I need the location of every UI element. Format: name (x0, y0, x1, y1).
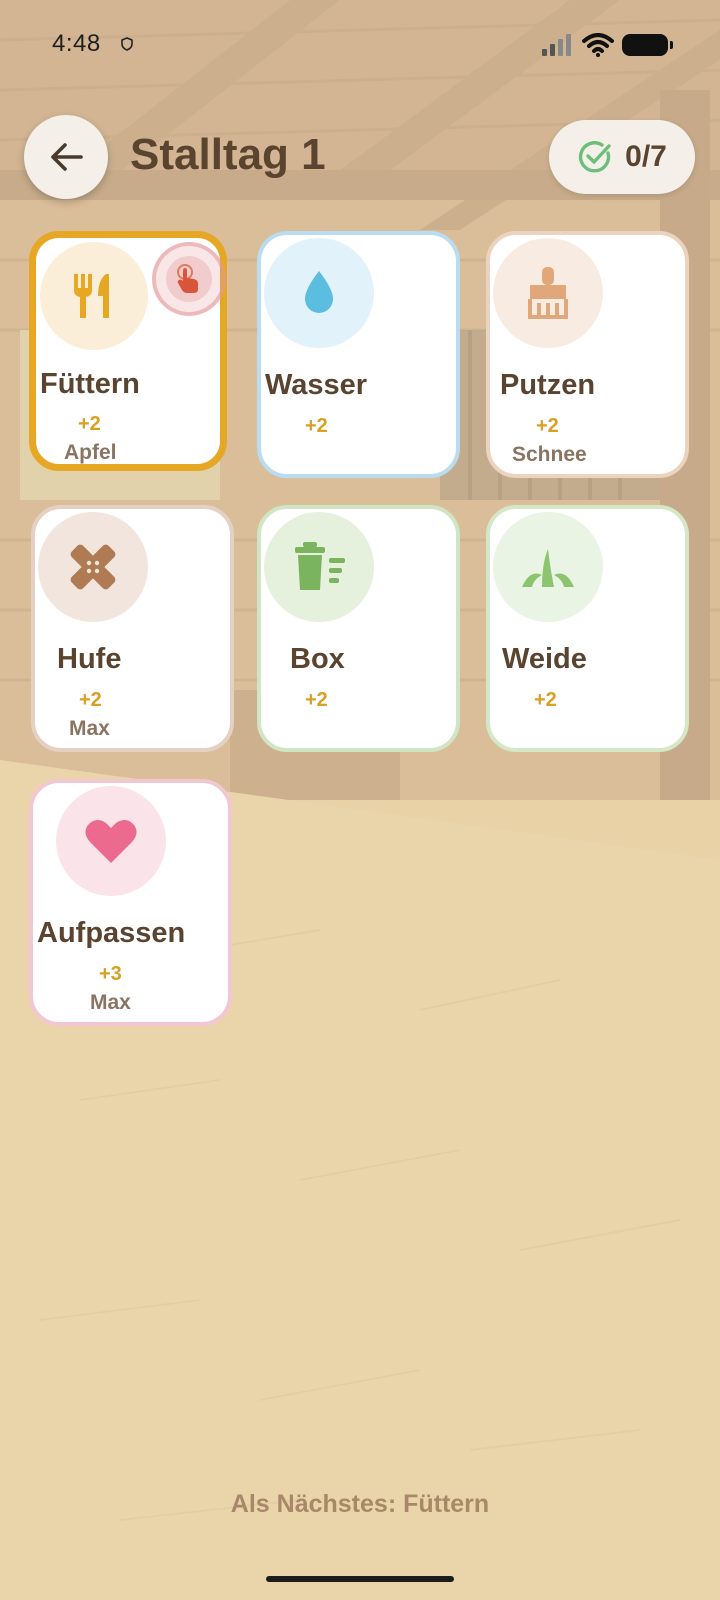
status-bar: 4:48 (0, 0, 720, 92)
home-indicator[interactable] (266, 1576, 454, 1582)
task-helper: Apfel (64, 441, 117, 464)
task-card-aufpassen[interactable]: Aufpassen +3 Max (29, 779, 232, 1026)
task-points: +2 (79, 689, 102, 711)
wifi-icon (582, 33, 614, 57)
tap-hint (152, 242, 226, 316)
task-helper: Max (69, 717, 110, 740)
progress-badge: 0/7 (549, 120, 695, 194)
task-icon-circle (264, 238, 374, 348)
task-name: Füttern (40, 368, 140, 400)
task-icon-circle (493, 512, 603, 622)
heart-icon (85, 819, 137, 863)
task-points: +3 (99, 963, 122, 985)
task-icon-circle (264, 512, 374, 622)
task-name: Weide (502, 643, 587, 675)
task-icon-circle (38, 512, 148, 622)
shield-icon (121, 37, 133, 51)
task-name: Aufpassen (37, 917, 186, 949)
trash-bin-icon (295, 542, 345, 590)
task-card-hufe[interactable]: Hufe +2 Max (31, 505, 234, 752)
task-points: +2 (534, 689, 557, 711)
task-card-weide[interactable]: Weide +2 (486, 505, 689, 752)
task-icon-circle (40, 242, 148, 350)
back-button[interactable] (24, 115, 108, 199)
grass-icon (522, 549, 574, 587)
task-name: Wasser (265, 369, 368, 401)
fork-knife-icon (74, 274, 109, 318)
progress-count: 0/7 (625, 140, 667, 173)
arrow-left-icon (51, 143, 83, 171)
tap-finger-icon (177, 264, 198, 293)
task-points: +2 (305, 415, 328, 437)
task-card-fuettern[interactable]: Füttern +2 Apfel (29, 231, 227, 471)
task-icon-circle (493, 238, 603, 348)
water-drop-icon (305, 271, 333, 313)
next-task-label: Als Nächstes: Füttern (230, 1490, 490, 1518)
check-circle-icon (579, 141, 611, 173)
task-name: Putzen (500, 369, 596, 401)
task-card-putzen[interactable]: Putzen +2 Schnee (486, 231, 689, 478)
task-points: +2 (536, 415, 559, 437)
battery-icon (622, 34, 673, 56)
task-helper: Max (90, 991, 131, 1014)
task-icon-circle (56, 786, 166, 896)
brush-icon (528, 267, 568, 319)
task-name: Box (290, 643, 345, 675)
page-title: Stalltag 1 (130, 130, 326, 179)
task-card-box[interactable]: Box +2 (257, 505, 460, 752)
task-card-wasser[interactable]: Wasser +2 (257, 231, 460, 478)
status-time: 4:48 (52, 30, 101, 57)
task-points: +2 (305, 689, 328, 711)
bandage-icon (70, 544, 116, 590)
task-helper: Schnee (512, 443, 587, 466)
cell-signal-icon (542, 34, 571, 56)
task-points: +2 (78, 413, 101, 435)
task-name: Hufe (57, 643, 122, 675)
